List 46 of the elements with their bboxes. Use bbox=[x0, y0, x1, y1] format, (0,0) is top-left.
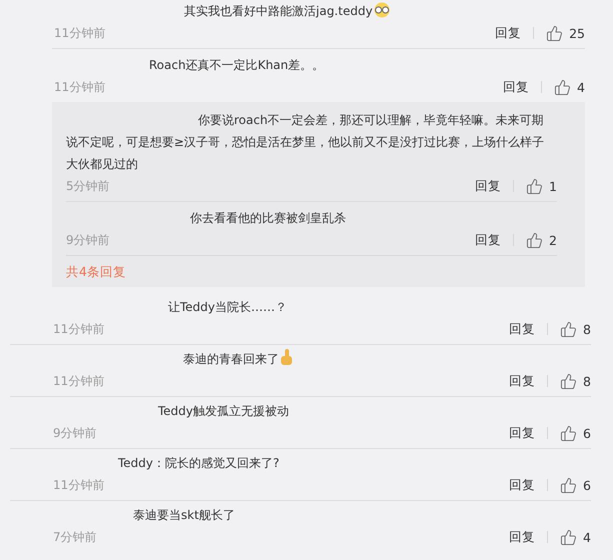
reply-link[interactable]: 回复 bbox=[475, 178, 502, 194]
comment-text: 其实我也看好中路能激活jag.teddy bbox=[54, 0, 585, 22]
comment-time: 11分钟前 bbox=[54, 78, 106, 96]
comment-text: 你去看看他的比赛被剑皇乱杀 bbox=[189, 210, 347, 227]
reply-link[interactable]: 回复 bbox=[509, 320, 536, 338]
comment-time: 7分钟前 bbox=[53, 528, 98, 546]
like-icon[interactable] bbox=[546, 24, 564, 42]
comment-text: 泰迪的青春回来了 bbox=[53, 348, 591, 370]
comment-time: 9分钟前 bbox=[66, 232, 111, 248]
comment-text: Teddy触发孤立无援被动 bbox=[157, 403, 290, 420]
comment-time: 9分钟前 bbox=[53, 424, 98, 442]
like-icon[interactable] bbox=[560, 476, 578, 494]
like-icon[interactable] bbox=[560, 424, 578, 442]
comment-text: 让Teddy当院长……？ bbox=[167, 299, 288, 316]
like-icon[interactable] bbox=[560, 320, 578, 338]
reply-link[interactable]: 回复 bbox=[495, 24, 522, 42]
like-icon[interactable] bbox=[526, 178, 544, 194]
comment-text: 泰迪要当skt舰长了 bbox=[132, 507, 236, 524]
like-icon[interactable] bbox=[554, 78, 572, 96]
glasses-emoji-icon bbox=[372, 2, 391, 18]
like-count: 6 bbox=[583, 478, 591, 492]
comment-time: 5分钟前 bbox=[66, 178, 111, 194]
like-icon[interactable] bbox=[560, 528, 578, 546]
like-count: 4 bbox=[583, 530, 591, 544]
reply-link[interactable]: 回复 bbox=[509, 528, 536, 546]
like-count: 2 bbox=[549, 232, 557, 248]
reply-link[interactable]: 回复 bbox=[509, 372, 536, 390]
like-count: 6 bbox=[583, 426, 591, 440]
like-count: 8 bbox=[583, 322, 591, 336]
comment-text: 你要说roach不一定会差，那还可以理解，毕竟年轻嘛。未来可期说不定呢，可是想要≥汉子哥，恐怕是活在梦里，他以前又不是没打过比赛，上场什么样子大伙都见过的 bbox=[66, 112, 546, 173]
reply-link[interactable]: 回复 bbox=[509, 476, 536, 494]
like-count: 1 bbox=[549, 178, 557, 194]
comment-time: 11分钟前 bbox=[53, 372, 106, 390]
comment-text: Teddy：院长的感觉又回来了? bbox=[117, 455, 280, 472]
like-icon[interactable] bbox=[526, 232, 544, 248]
comment-time: 11分钟前 bbox=[53, 476, 106, 494]
reply-link[interactable]: 回复 bbox=[509, 424, 536, 442]
reply-link[interactable]: 回复 bbox=[503, 78, 530, 96]
comment-time: 11分钟前 bbox=[53, 320, 106, 338]
like-count: 8 bbox=[583, 374, 591, 388]
reply-link[interactable]: 回复 bbox=[475, 232, 502, 248]
like-count: 4 bbox=[577, 80, 585, 94]
like-count: 25 bbox=[569, 26, 585, 40]
comment-time: 11分钟前 bbox=[54, 24, 106, 42]
comment-text: Roach还真不一定比Khan差。。 bbox=[148, 57, 326, 74]
like-icon[interactable] bbox=[560, 372, 578, 390]
